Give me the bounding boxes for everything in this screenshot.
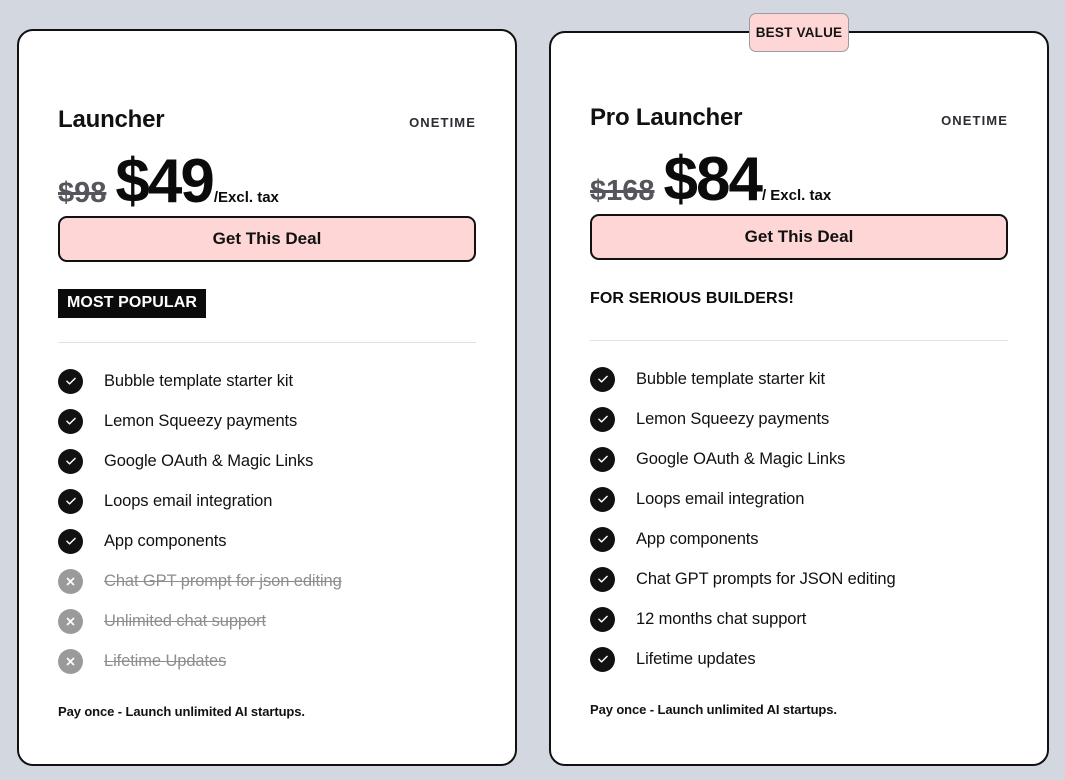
card-content: Pro Launcher ONETIME $168 $84 / Excl. ta… [590, 33, 1008, 764]
footer-note: Pay once - Launch unlimited AI startups. [590, 702, 837, 717]
feature-label: App components [636, 529, 759, 548]
list-item: Loops email integration [590, 479, 1008, 519]
price-row: $168 $84 / Excl. tax [590, 149, 1008, 211]
list-item: Loops email integration [58, 481, 476, 521]
feature-label: Google OAuth & Magic Links [104, 451, 314, 470]
list-item: Lifetime updates [590, 639, 1008, 679]
list-item: App components [58, 521, 476, 561]
feature-label: Chat GPT prompts for JSON editing [636, 569, 896, 588]
list-item: Bubble template starter kit [58, 361, 476, 401]
feature-list: Bubble template starter kit Lemon Squeez… [58, 361, 476, 681]
feature-label: 12 months chat support [636, 609, 807, 628]
check-icon [590, 646, 615, 672]
pricing-section: Launcher ONETIME $98 $49 /Excl. tax Get … [0, 0, 1065, 780]
pricing-card-launcher: Launcher ONETIME $98 $49 /Excl. tax Get … [17, 29, 517, 766]
list-item: Bubble template starter kit [590, 359, 1008, 399]
check-icon [590, 566, 615, 592]
check-icon [58, 488, 83, 514]
feature-label: Lifetime updates [636, 649, 756, 668]
status-badge-for-serious-builders: FOR SERIOUS BUILDERS! [590, 290, 794, 307]
list-item: Unlimited chat support [58, 601, 476, 641]
list-item: Lifetime Updates [58, 641, 476, 681]
billing-term-label: ONETIME [941, 113, 1008, 128]
footer-note: Pay once - Launch unlimited AI startups. [58, 704, 305, 719]
status-badge-most-popular: MOST POPULAR [58, 289, 207, 318]
feature-label: Bubble template starter kit [104, 371, 293, 390]
plan-header: Pro Launcher ONETIME [590, 104, 1008, 132]
cross-icon [58, 568, 83, 594]
feature-label: Google OAuth & Magic Links [636, 449, 846, 468]
feature-label: App components [104, 531, 227, 550]
check-icon [590, 366, 615, 392]
billing-term-label: ONETIME [409, 115, 476, 130]
current-price: $49 [115, 147, 214, 216]
original-price: $98 [58, 177, 107, 209]
list-item: Lemon Squeezy payments [590, 399, 1008, 439]
divider [590, 340, 1008, 341]
check-icon [590, 446, 615, 472]
price-row: $98 $49 /Excl. tax [58, 151, 476, 213]
feature-label: Lemon Squeezy payments [636, 409, 830, 428]
feature-label: Unlimited chat support [104, 611, 266, 630]
best-value-badge: BEST VALUE [749, 13, 849, 52]
cross-icon [58, 648, 83, 674]
feature-label: Loops email integration [636, 489, 805, 508]
get-this-deal-button[interactable]: Get This Deal [590, 214, 1008, 260]
original-price: $168 [590, 175, 655, 207]
get-this-deal-button[interactable]: Get This Deal [58, 216, 476, 262]
tax-note: / Excl. tax [761, 187, 832, 204]
list-item: 12 months chat support [590, 599, 1008, 639]
page-title: Pro Launcher [590, 104, 743, 131]
tax-note: /Excl. tax [213, 189, 279, 206]
check-icon [590, 526, 615, 552]
feature-label: Loops email integration [104, 491, 273, 510]
check-icon [58, 408, 83, 434]
feature-list: Bubble template starter kit Lemon Squeez… [590, 359, 1008, 679]
cross-icon [58, 608, 83, 634]
feature-label: Lifetime Updates [104, 651, 227, 670]
list-item: Google OAuth & Magic Links [590, 439, 1008, 479]
check-icon [590, 606, 615, 632]
check-icon [58, 368, 83, 394]
list-item: App components [590, 519, 1008, 559]
divider [58, 342, 476, 343]
list-item: Lemon Squeezy payments [58, 401, 476, 441]
feature-label: Lemon Squeezy payments [104, 411, 298, 430]
check-icon [590, 406, 615, 432]
feature-label: Bubble template starter kit [636, 369, 825, 388]
check-icon [58, 528, 83, 554]
pricing-card-pro-launcher: Pro Launcher ONETIME $168 $84 / Excl. ta… [549, 31, 1049, 766]
current-price: $84 [663, 145, 763, 214]
check-icon [590, 486, 615, 512]
list-item: Google OAuth & Magic Links [58, 441, 476, 481]
page-title: Launcher [58, 106, 165, 133]
plan-header: Launcher ONETIME [58, 106, 476, 134]
feature-label: Chat GPT prompt for json editing [104, 571, 342, 590]
list-item: Chat GPT prompt for json editing [58, 561, 476, 601]
card-content: Launcher ONETIME $98 $49 /Excl. tax Get … [58, 31, 476, 764]
check-icon [58, 448, 83, 474]
list-item: Chat GPT prompts for JSON editing [590, 559, 1008, 599]
